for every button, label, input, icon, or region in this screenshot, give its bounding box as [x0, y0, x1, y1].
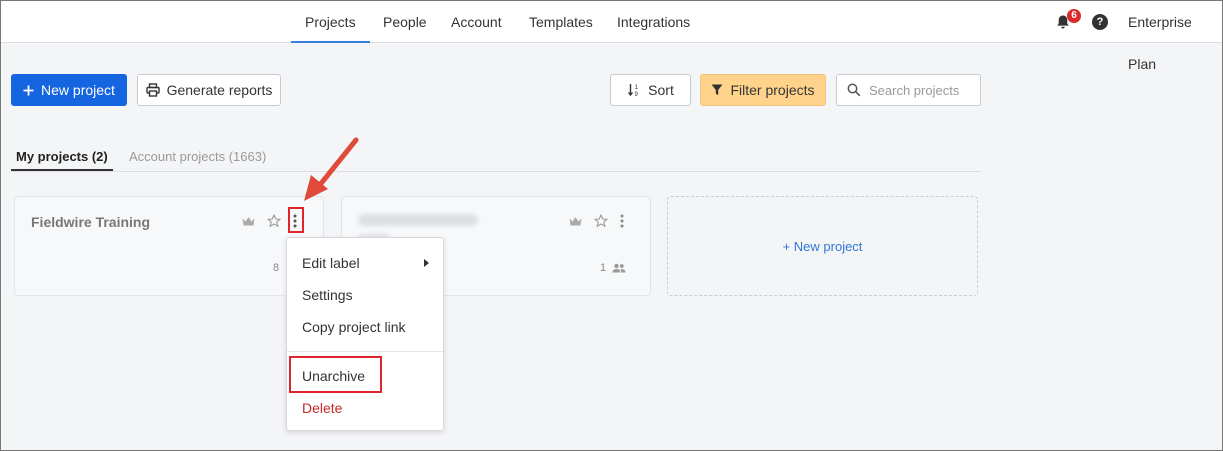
filter-icon: [711, 84, 723, 95]
card-actions: [569, 214, 624, 228]
menu-item-settings[interactable]: Settings: [302, 287, 353, 303]
crown-icon[interactable]: [569, 216, 582, 227]
filter-projects-button[interactable]: Filter projects: [700, 74, 826, 106]
nav-tab-people[interactable]: People: [383, 1, 427, 43]
menu-item-delete[interactable]: Delete: [302, 400, 342, 416]
member-count: 8: [273, 262, 279, 274]
tab-my-projects[interactable]: My projects (2): [11, 149, 113, 171]
project-card[interactable]: Fieldwire Training 8: [14, 196, 324, 296]
svg-text:9: 9: [635, 92, 639, 97]
member-count-value: 1: [600, 262, 607, 274]
new-project-card[interactable]: + New project: [667, 196, 978, 296]
nav-tab-integrations[interactable]: Integrations: [617, 1, 690, 43]
filter-projects-label: Filter projects: [730, 82, 815, 98]
search-box[interactable]: [836, 74, 981, 106]
sort-icon: 1 9: [628, 84, 639, 97]
blurred-project-title: [358, 214, 478, 226]
svg-text:1: 1: [635, 85, 639, 91]
notification-badge: 6: [1067, 9, 1081, 23]
nav-tab-projects[interactable]: Projects: [291, 1, 370, 43]
printer-icon: [145, 83, 160, 97]
menu-divider: [287, 351, 443, 352]
tabs-divider: [11, 171, 981, 172]
search-icon: [847, 83, 861, 97]
new-project-label: New project: [41, 82, 115, 98]
nav-tab-account[interactable]: Account: [451, 1, 502, 43]
sort-label: Sort: [648, 82, 674, 98]
star-icon[interactable]: [267, 214, 281, 228]
member-count-value: 8: [273, 262, 280, 274]
more-options-icon[interactable]: [620, 214, 624, 228]
tab-account-projects[interactable]: Account projects (1663): [129, 149, 266, 164]
generate-reports-label: Generate reports: [166, 82, 273, 98]
sort-button[interactable]: 1 9 Sort: [610, 74, 691, 106]
plan-label[interactable]: Enterprise Plan: [1128, 1, 1222, 85]
top-nav-bar: Projects People Account Templates Integr…: [1, 1, 1222, 72]
help-icon[interactable]: ?: [1092, 14, 1108, 30]
search-input[interactable]: [869, 82, 979, 98]
star-icon[interactable]: [594, 214, 608, 228]
submenu-caret-icon: [424, 259, 429, 267]
plus-icon: [23, 85, 34, 95]
new-project-button[interactable]: New project: [11, 74, 127, 106]
nav-tab-templates[interactable]: Templates: [529, 1, 593, 43]
people-icon: [612, 263, 626, 273]
crown-icon[interactable]: [242, 216, 255, 227]
generate-reports-button[interactable]: Generate reports: [137, 74, 281, 106]
project-options-menu: Edit label Settings Copy project link Un…: [286, 237, 444, 431]
menu-item-edit-label[interactable]: Edit label: [302, 255, 360, 271]
member-count: 1: [600, 262, 626, 274]
menu-item-copy-project-link[interactable]: Copy project link: [302, 319, 406, 335]
project-title: Fieldwire Training: [31, 214, 151, 230]
highlight-unarchive: [289, 356, 382, 393]
highlight-more-options: [288, 207, 304, 233]
